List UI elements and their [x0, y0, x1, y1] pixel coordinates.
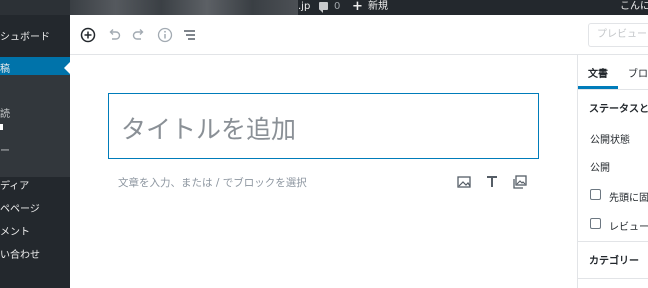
redo-icon[interactable] [131, 27, 147, 43]
block-appender-hint[interactable]: 文章を入力、または / でブロックを選択 [118, 175, 307, 190]
panel-divider [578, 278, 648, 279]
submenu-item[interactable]: ー [0, 142, 70, 157]
sidebar-item-dashboard[interactable]: シュボード [0, 28, 70, 43]
editor-screen: .jp 0 + 新規 こんに シュボード 稿 読 ー ディア ペページ メント … [0, 0, 648, 288]
image-block-icon[interactable] [456, 174, 472, 190]
sidebar-item-pages[interactable]: ペページ [0, 200, 70, 215]
gallery-block-icon[interactable] [512, 174, 528, 190]
tab-block[interactable]: ブロック [628, 65, 648, 80]
sidebar-item-label: 稿 [0, 64, 10, 75]
heading-block-icon[interactable] [484, 174, 500, 190]
undo-icon[interactable] [106, 27, 122, 43]
publish-label: 公開 [590, 163, 610, 174]
site-name-blurred[interactable] [70, 0, 298, 15]
info-icon[interactable] [157, 27, 173, 43]
preview-button[interactable]: プレビュー [588, 23, 648, 47]
sidebar-item-comments[interactable]: メント [0, 223, 70, 238]
settings-panel: 文書 ブロック ステータスと公 公開状態 公開 先頭に固定 レビューを カテゴリ… [577, 55, 648, 288]
pending-review-checkbox[interactable] [590, 218, 601, 229]
sticky-checkbox[interactable] [590, 189, 601, 200]
sidebar-item-media[interactable]: ディア [0, 177, 70, 192]
tab-document[interactable]: 文書 [588, 65, 608, 80]
visibility-label: 公開状態 [590, 135, 630, 146]
submenu-item-marker [0, 124, 3, 130]
categories-heading[interactable]: カテゴリー [589, 252, 639, 267]
comments-count[interactable]: 0 [334, 0, 340, 15]
account-greeting[interactable]: こんに [620, 0, 648, 15]
sticky-label: 先頭に固定 [609, 193, 648, 204]
active-tab-indicator [578, 86, 618, 89]
comment-icon[interactable] [319, 2, 328, 13]
add-block-icon[interactable] [80, 27, 96, 43]
editor-toolbar [70, 15, 648, 55]
new-content-link[interactable]: 新規 [368, 0, 388, 15]
title-placeholder: タイトルを追加 [121, 115, 297, 144]
active-menu-arrow [64, 62, 70, 74]
plus-icon[interactable]: + [352, 0, 363, 14]
post-title-field[interactable]: タイトルを追加 [108, 93, 539, 159]
panel-divider [578, 241, 648, 242]
submenu-item[interactable]: 読 [0, 105, 70, 120]
sidebar-submenu: 読 ー [0, 75, 70, 177]
sidebar-item-contact[interactable]: い合わせ [0, 246, 70, 261]
pending-review-label: レビューを [609, 222, 648, 233]
admin-sidebar: シュボード 稿 読 ー ディア ペページ メント い合わせ [0, 15, 70, 288]
site-name-suffix[interactable]: .jp [298, 0, 310, 15]
admin-bar: .jp 0 + 新規 こんに [0, 0, 648, 15]
sidebar-item-posts[interactable]: 稿 [0, 57, 70, 75]
admin-bar-logo-blurred[interactable] [0, 0, 70, 15]
panel-tabs: 文書 ブロック [578, 55, 648, 90]
status-visibility-heading[interactable]: ステータスと公 [589, 100, 648, 115]
block-navigation-icon[interactable] [182, 27, 198, 43]
